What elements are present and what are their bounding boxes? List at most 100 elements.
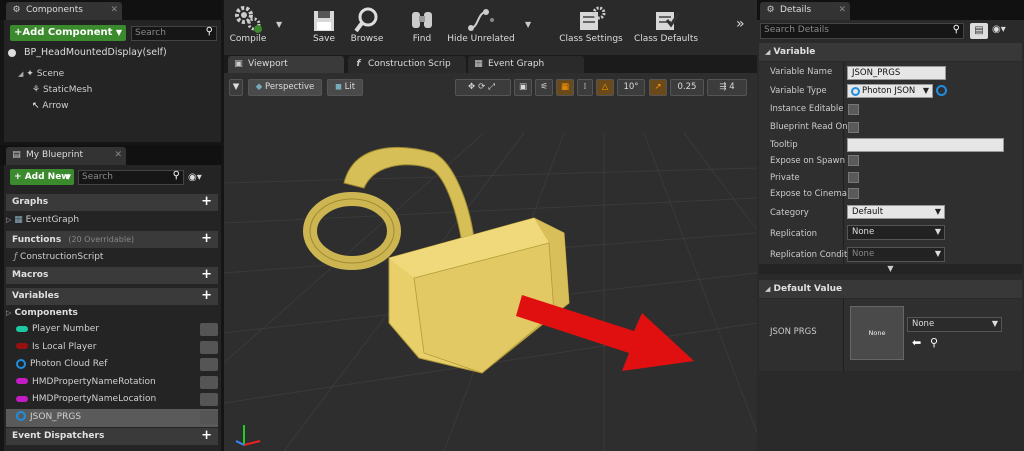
binoculars-icon bbox=[412, 12, 432, 28]
variable-item[interactable]: Player Number bbox=[6, 321, 218, 339]
close-icon[interactable]: ✕ bbox=[838, 5, 846, 15]
close-icon[interactable]: ✕ bbox=[110, 5, 118, 15]
visibility-icon[interactable] bbox=[200, 410, 218, 424]
variables-header[interactable]: Variables + bbox=[6, 288, 218, 305]
default-value-select[interactable]: None ▼ bbox=[907, 317, 1002, 332]
transform-tools[interactable]: ✥⟳⤢ bbox=[455, 79, 511, 96]
plus-icon: + bbox=[14, 172, 22, 182]
add-component-button[interactable]: +Add Component ▼ bbox=[10, 25, 126, 41]
add-dispatcher-icon[interactable]: + bbox=[201, 429, 212, 443]
visibility-icon[interactable] bbox=[200, 340, 218, 354]
tab-my-blueprint[interactable]: ▤ My Blueprint ✕ bbox=[6, 147, 126, 165]
label-private: Private bbox=[770, 173, 800, 183]
container-type-icon[interactable] bbox=[936, 85, 947, 96]
components-category[interactable]: ▷ Components bbox=[6, 305, 78, 322]
add-variable-icon[interactable]: + bbox=[201, 289, 212, 303]
view-options-icon[interactable]: ◉▾ bbox=[992, 24, 1006, 35]
rotation-snap-value[interactable]: 10° bbox=[617, 79, 645, 96]
local-space-button[interactable]: ▣ bbox=[514, 79, 532, 96]
viewport[interactable] bbox=[224, 73, 757, 451]
variables-list: Player Number Is Local Player Photon Cloud… bbox=[6, 321, 218, 427]
default-value-section-header[interactable]: ◢ Default Value bbox=[759, 280, 1022, 298]
chevron-down-icon: ▼ bbox=[232, 82, 240, 92]
compile-button[interactable]: Compile bbox=[226, 4, 270, 44]
macros-header[interactable]: Macros + bbox=[6, 267, 218, 284]
grid-snap-button[interactable]: ▦ bbox=[556, 79, 574, 96]
compile-options-icon[interactable]: ▼ bbox=[276, 20, 282, 29]
self-item[interactable]: BP_HeadMountedDisplay(self) bbox=[8, 44, 218, 61]
replication-condition-select[interactable]: None ▼ bbox=[847, 247, 945, 262]
expose-on-spawn-checkbox[interactable] bbox=[848, 155, 859, 166]
visibility-icon[interactable] bbox=[200, 323, 218, 336]
property-matrix-icon[interactable]: ▤ bbox=[970, 23, 988, 39]
camera-speed-button[interactable]: ⇶ 4 bbox=[707, 79, 747, 96]
functions-header[interactable]: Functions (20 Overridable) + bbox=[6, 231, 218, 248]
hide-unrelated-button[interactable]: Hide Unrelated bbox=[446, 4, 516, 44]
replication-select[interactable]: None ▼ bbox=[847, 225, 945, 240]
label-expose-to-cinematics: Expose to Cinema bbox=[770, 189, 847, 199]
tree-item-scene[interactable]: ◢ ✦ Scene bbox=[18, 66, 64, 83]
variable-item[interactable]: Photon Cloud Ref bbox=[6, 356, 218, 374]
save-button[interactable]: Save bbox=[306, 4, 342, 44]
toolbar-overflow-icon[interactable]: » bbox=[736, 16, 745, 32]
read-only-checkbox[interactable] bbox=[848, 122, 859, 133]
use-selected-icon[interactable]: ⬅ bbox=[912, 336, 921, 349]
event-dispatchers-header[interactable]: Event Dispatchers + bbox=[6, 428, 218, 445]
add-graph-icon[interactable]: + bbox=[201, 195, 212, 209]
variable-section-header[interactable]: ◢ Variable bbox=[759, 43, 1022, 61]
chevron-down-icon: ▼ bbox=[934, 249, 941, 258]
viewport-options-button[interactable]: ▼ bbox=[229, 79, 243, 96]
details-search-input[interactable]: Search Details ⚲ bbox=[760, 23, 964, 39]
visibility-icon[interactable] bbox=[200, 375, 218, 389]
visibility-icon[interactable] bbox=[200, 393, 218, 407]
scale-snap-button[interactable]: ↗ bbox=[649, 79, 667, 96]
tab-event-graph[interactable]: ▦ Event Graph bbox=[468, 56, 584, 73]
browse-button[interactable]: Browse bbox=[346, 4, 388, 44]
function-item-construction[interactable]: ƒ ConstructionScript bbox=[14, 249, 103, 266]
variable-type-icon bbox=[16, 395, 28, 402]
close-icon[interactable]: ✕ bbox=[114, 150, 122, 160]
tree-item-staticmesh[interactable]: ⚘ StaticMesh bbox=[32, 82, 92, 99]
class-settings-button[interactable]: Class Settings bbox=[558, 4, 624, 44]
private-checkbox[interactable] bbox=[848, 172, 859, 183]
class-defaults-icon bbox=[656, 12, 681, 30]
lit-button[interactable]: ◼ Lit bbox=[327, 79, 363, 96]
asset-thumbnail[interactable]: None bbox=[850, 306, 904, 360]
tab-construction-script[interactable]: f Construction Scrip bbox=[348, 56, 466, 73]
function-icon: f bbox=[356, 59, 361, 69]
grid-size-button[interactable]: ⁞ bbox=[577, 79, 593, 96]
hide-options-icon[interactable]: ▼ bbox=[525, 20, 531, 29]
category-select[interactable]: Default ▼ bbox=[847, 205, 945, 219]
book-icon: ▤ bbox=[12, 150, 21, 160]
variable-item[interactable]: JSON_PRGS bbox=[6, 408, 218, 427]
variable-item[interactable]: HMDPropertyNameLocation bbox=[6, 391, 218, 409]
tooltip-input[interactable] bbox=[847, 138, 1004, 152]
add-function-icon[interactable]: + bbox=[201, 232, 212, 246]
add-new-button[interactable]: + Add New ▼ bbox=[10, 169, 74, 185]
tab-viewport[interactable]: ▣ Viewport bbox=[228, 56, 344, 73]
expose-cinematics-checkbox[interactable] bbox=[848, 188, 859, 199]
tab-details[interactable]: ⚙ Details ✕ bbox=[760, 2, 850, 20]
class-defaults-button[interactable]: Class Defaults bbox=[632, 4, 700, 44]
surface-snap-button[interactable]: ⚟ bbox=[535, 79, 553, 96]
graphs-header[interactable]: Graphs + bbox=[6, 194, 218, 211]
perspective-button[interactable]: ◆ Perspective bbox=[248, 79, 322, 96]
graph-item-eventgraph[interactable]: ▷ ▦ EventGraph bbox=[6, 212, 79, 229]
find-button[interactable]: Find bbox=[404, 4, 440, 44]
instance-editable-checkbox[interactable] bbox=[848, 104, 859, 115]
add-macro-icon[interactable]: + bbox=[201, 268, 212, 282]
scale-snap-value[interactable]: 0.25 bbox=[670, 79, 704, 96]
browse-asset-icon[interactable]: ⚲ bbox=[930, 336, 938, 349]
advanced-expander[interactable]: ▼ bbox=[759, 264, 1022, 274]
rotation-snap-button[interactable]: △ bbox=[596, 79, 614, 96]
components-search-input[interactable]: Search ⚲ bbox=[131, 26, 217, 41]
blueprint-search-input[interactable]: Search ⚲ bbox=[78, 170, 184, 185]
visibility-icon[interactable] bbox=[200, 358, 218, 372]
tree-item-arrow[interactable]: ↖ Arrow bbox=[32, 98, 69, 115]
variable-type-select[interactable]: Photon JSON ▼ bbox=[847, 84, 933, 98]
view-options-icon[interactable]: ◉▾ bbox=[188, 172, 202, 183]
variable-item[interactable]: HMDPropertyNameRotation bbox=[6, 374, 218, 392]
variable-item[interactable]: Is Local Player bbox=[6, 339, 218, 357]
variable-name-input[interactable]: JSON_PRGS bbox=[847, 66, 946, 80]
tab-components[interactable]: ⚙ Components ✕ bbox=[6, 2, 122, 20]
